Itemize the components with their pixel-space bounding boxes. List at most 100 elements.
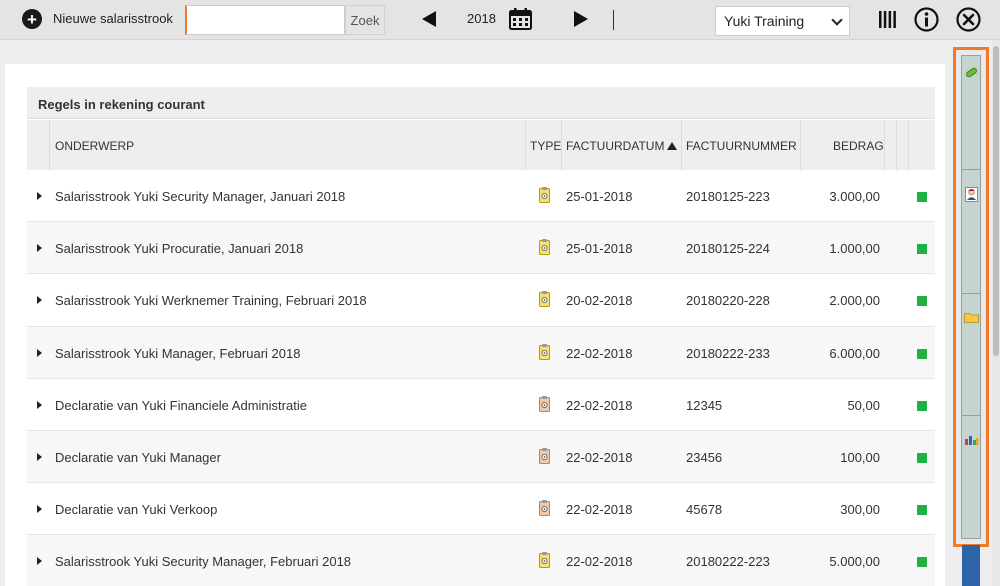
row-invoice-date: 22-02-2018 bbox=[566, 502, 633, 518]
column-divider bbox=[908, 120, 909, 170]
expense-document-icon bbox=[539, 500, 550, 517]
folder-glyph bbox=[963, 312, 979, 323]
row-amount: 50,00 bbox=[847, 397, 880, 413]
row-subject[interactable]: Declaratie van Yuki Verkoop bbox=[55, 502, 217, 517]
payslip-document-icon bbox=[539, 552, 550, 569]
expand-row-icon[interactable] bbox=[37, 452, 42, 461]
expand-row-icon[interactable] bbox=[37, 192, 42, 200]
row-subject[interactable]: Declaratie van Yuki Financiele Administr… bbox=[55, 398, 307, 413]
column-header-invoice-number[interactable]: FACTUURNUMMER bbox=[686, 139, 797, 153]
expense-document-icon bbox=[539, 395, 550, 412]
row-amount: 300,00 bbox=[840, 502, 880, 518]
columns-icon[interactable] bbox=[879, 11, 896, 28]
new-payslip-button[interactable]: Nieuwe salarisstrook bbox=[53, 11, 173, 26]
row-invoice-date: 22-02-2018 bbox=[566, 345, 633, 361]
section-title: Regels in rekening courant bbox=[27, 87, 935, 119]
status-indicator bbox=[917, 452, 927, 463]
row-amount: 5.000,00 bbox=[829, 554, 880, 570]
table-row[interactable]: Salarisstrook Yuki Security Manager, Feb… bbox=[27, 535, 935, 586]
strip-divider bbox=[962, 293, 980, 294]
status-indicator bbox=[917, 296, 927, 307]
expand-row-icon[interactable] bbox=[37, 244, 42, 253]
row-invoice-number: 20180125-223 bbox=[686, 189, 770, 204]
row-invoice-number: 20180222-223 bbox=[686, 554, 770, 570]
search-button[interactable]: Zoek bbox=[345, 5, 385, 35]
toolbar-divider bbox=[613, 10, 614, 30]
chart-glyph bbox=[964, 435, 978, 445]
paperclip-glyph bbox=[965, 67, 977, 77]
administration-select-value: Yuki Training bbox=[724, 13, 805, 29]
paperclip-icon[interactable] bbox=[962, 62, 980, 82]
administration-select[interactable]: Yuki Training bbox=[715, 6, 850, 36]
row-invoice-number: 12345 bbox=[686, 397, 723, 413]
calendar-icon[interactable] bbox=[509, 8, 532, 30]
expand-row-icon[interactable] bbox=[37, 400, 42, 409]
table-row[interactable]: Declaratie van Yuki Manager 22-02-2018 234… bbox=[27, 430, 935, 484]
scrollbar-thumb[interactable] bbox=[993, 46, 999, 356]
status-indicator bbox=[917, 244, 927, 255]
column-header-invoice-date-label: FACTUURDATUM bbox=[566, 139, 665, 153]
row-subject[interactable]: Declaratie van Yuki Manager bbox=[55, 450, 221, 465]
row-invoice-number: 23456 bbox=[686, 449, 723, 465]
row-subject[interactable]: Salarisstrook Yuki Manager, Februari 201… bbox=[55, 346, 300, 361]
column-divider bbox=[800, 120, 801, 170]
sort-ascending-icon bbox=[667, 142, 678, 150]
row-invoice-date: 25-01-2018 bbox=[566, 189, 633, 204]
row-subject[interactable]: Salarisstrook Yuki Security Manager, Feb… bbox=[55, 554, 351, 569]
row-subject[interactable]: Salarisstrook Yuki Security Manager, Jan… bbox=[55, 189, 345, 204]
side-panel-track bbox=[961, 55, 981, 539]
row-amount: 2.000,00 bbox=[829, 293, 880, 309]
column-header-subject[interactable]: ONDERWERP bbox=[55, 139, 134, 153]
row-subject[interactable]: Salarisstrook Yuki Procuratie, Januari 2… bbox=[55, 241, 303, 256]
row-subject[interactable]: Salarisstrook Yuki Werknemer Training, F… bbox=[55, 293, 367, 308]
person-glyph bbox=[964, 186, 978, 202]
payslip-document-icon bbox=[539, 343, 550, 360]
table-row[interactable]: Salarisstrook Yuki Werknemer Training, F… bbox=[27, 274, 935, 327]
column-divider bbox=[561, 120, 562, 170]
expense-document-icon bbox=[539, 447, 550, 464]
side-panel-scroll-footer bbox=[962, 545, 980, 586]
search-input[interactable] bbox=[185, 5, 345, 35]
chevron-down-icon bbox=[831, 14, 843, 26]
table-row[interactable]: Salarisstrook Yuki Security Manager, Jan… bbox=[27, 170, 935, 223]
row-invoice-date: 22-02-2018 bbox=[566, 449, 633, 465]
row-amount: 3.000,00 bbox=[829, 189, 880, 204]
row-invoice-date: 20-02-2018 bbox=[566, 293, 633, 309]
column-divider bbox=[525, 120, 526, 170]
row-invoice-number: 20180125-224 bbox=[686, 241, 770, 257]
table-header: ONDERWERP TYPE FACTUURDATUM FACTUURNUMME… bbox=[27, 120, 935, 170]
chart-icon[interactable] bbox=[962, 429, 980, 449]
row-amount: 1.000,00 bbox=[829, 241, 880, 257]
year-label: 2018 bbox=[467, 11, 496, 26]
column-header-amount[interactable]: BEDRAG bbox=[833, 139, 884, 153]
toolbar: + Nieuwe salarisstrook Zoek 2018 Yuki Tr… bbox=[0, 0, 1000, 40]
info-icon[interactable] bbox=[914, 7, 939, 32]
person-icon[interactable] bbox=[962, 184, 980, 204]
row-amount: 6.000,00 bbox=[829, 345, 880, 361]
side-panel-strip bbox=[953, 47, 989, 547]
table-row[interactable]: Declaratie van Yuki Verkoop 22-02-2018 456… bbox=[27, 483, 935, 536]
payslip-document-icon bbox=[539, 187, 550, 203]
row-invoice-date: 22-02-2018 bbox=[566, 397, 633, 413]
expand-row-icon[interactable] bbox=[37, 505, 42, 514]
triangle-right-icon[interactable] bbox=[574, 11, 588, 27]
status-indicator bbox=[917, 348, 927, 359]
scrollbar[interactable] bbox=[992, 40, 1000, 586]
status-indicator bbox=[917, 557, 927, 568]
status-indicator bbox=[917, 400, 927, 411]
strip-divider bbox=[962, 169, 980, 170]
column-header-invoice-date[interactable]: FACTUURDATUM bbox=[566, 139, 678, 153]
strip-divider bbox=[962, 415, 980, 416]
triangle-left-icon[interactable] bbox=[422, 11, 436, 27]
table-row[interactable]: Declaratie van Yuki Financiele Administr… bbox=[27, 379, 935, 431]
expand-row-icon[interactable] bbox=[37, 296, 42, 305]
table-row[interactable]: Salarisstrook Yuki Manager, Februari 201… bbox=[27, 326, 935, 379]
expand-row-icon[interactable] bbox=[37, 557, 42, 566]
table-row[interactable]: Salarisstrook Yuki Procuratie, Januari 2… bbox=[27, 222, 935, 275]
plus-circle-icon[interactable]: + bbox=[22, 9, 42, 29]
expand-row-icon[interactable] bbox=[37, 348, 42, 357]
column-header-type[interactable]: TYPE bbox=[530, 139, 561, 153]
status-indicator bbox=[917, 192, 927, 202]
folder-icon[interactable] bbox=[962, 307, 980, 327]
close-circle-icon[interactable] bbox=[956, 7, 981, 32]
